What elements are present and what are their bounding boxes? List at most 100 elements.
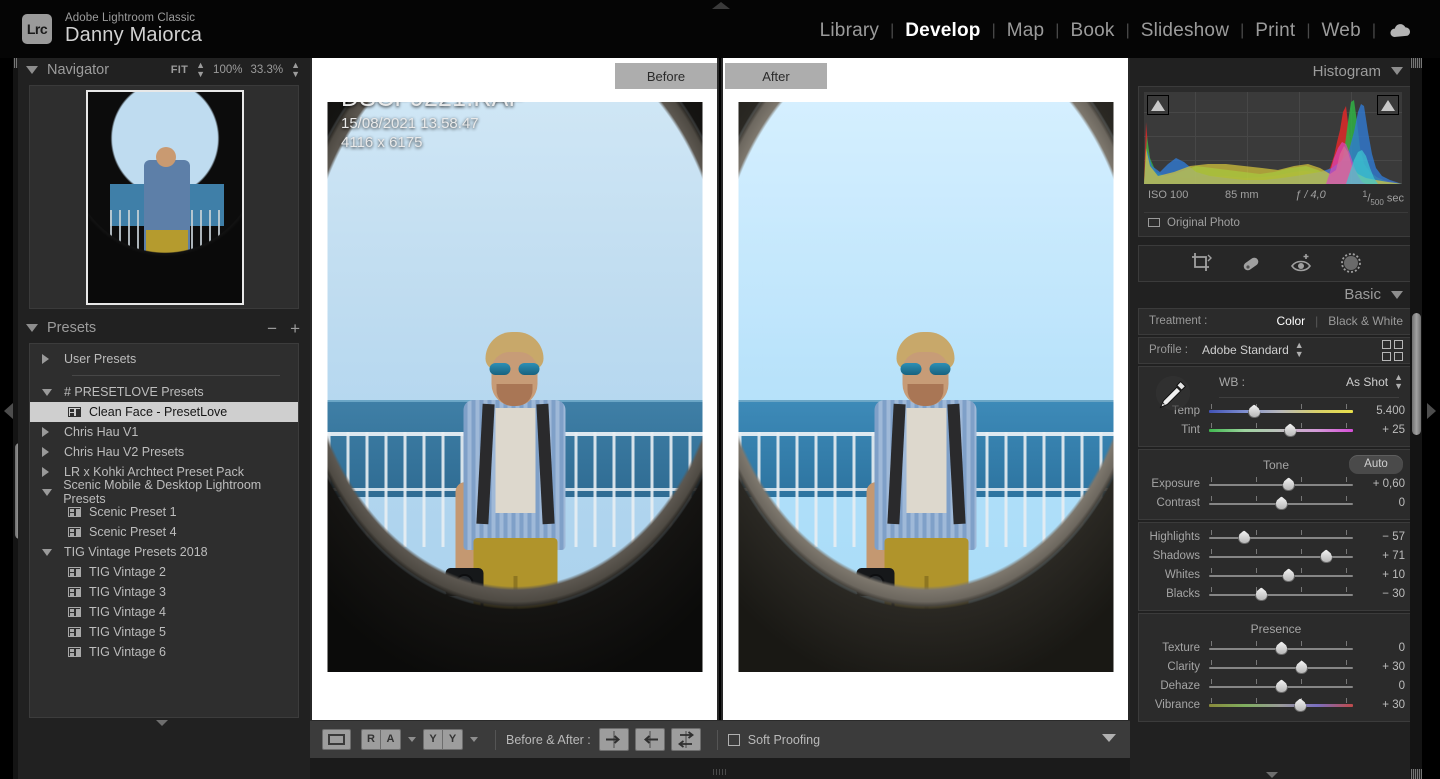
original-photo-row[interactable]: Original Photo [1144, 211, 1408, 231]
navigator-disclosure-icon[interactable] [26, 66, 38, 74]
slider-whites[interactable]: Whites + 10 [1139, 566, 1413, 585]
before-after-divider[interactable] [719, 58, 721, 720]
exif-focal-length[interactable]: 85 mm [1225, 189, 1259, 207]
slider-value[interactable]: + 0,60 [1353, 478, 1405, 490]
reference-view-chevron-down-icon[interactable] [408, 737, 416, 742]
masking-icon[interactable] [1339, 251, 1363, 275]
slider-exposure[interactable]: Exposure + 0,60 [1139, 475, 1413, 494]
slider-shadows[interactable]: Shadows + 71 [1139, 547, 1413, 566]
slider-track[interactable] [1209, 496, 1353, 511]
presets-scroll-down-icon[interactable] [156, 720, 168, 726]
module-develop[interactable]: Develop [894, 20, 991, 42]
preset-item[interactable]: TIG Vintage 5 [30, 622, 298, 642]
slider-track[interactable] [1209, 404, 1353, 419]
before-after-view-chevron-down-icon[interactable] [470, 737, 478, 742]
before-pane[interactable]: DSCF9221.RAF 15/08/2021 13.58.47 4116 x … [312, 58, 717, 720]
slider-track[interactable] [1209, 698, 1353, 713]
zoom-fit-stepper-icon[interactable]: ▲ ▼ [196, 61, 205, 79]
slider-value[interactable]: + 71 [1353, 550, 1405, 562]
slider-track[interactable] [1209, 530, 1353, 545]
preset-group[interactable]: User Presets [30, 349, 298, 369]
reference-active-view-button[interactable]: R A [361, 729, 401, 750]
preset-item[interactable]: TIG Vintage 4 [30, 602, 298, 622]
group-collapsed-icon[interactable] [42, 354, 64, 364]
swap-before-after-button[interactable] [670, 728, 701, 751]
preset-item[interactable]: TIG Vintage 2 [30, 562, 298, 582]
slider-value[interactable]: + 25 [1353, 424, 1405, 436]
collapse-right-panel-icon[interactable] [1427, 403, 1436, 419]
presets-remove-button[interactable]: − [267, 320, 277, 337]
profile-value[interactable]: Adobe Standard [1202, 343, 1289, 357]
slider-blacks[interactable]: Blacks − 30 [1139, 585, 1413, 604]
white-balance-selector-icon[interactable] [1152, 372, 1194, 414]
module-web[interactable]: Web [1311, 20, 1372, 42]
exif-shutter-speed[interactable]: 1/500 sec [1362, 189, 1404, 207]
wb-stepper-icon[interactable]: ▲ ▼ [1394, 372, 1403, 391]
slider-tint[interactable]: Tint + 25 [1139, 421, 1413, 440]
slider-texture[interactable]: Texture 0 [1139, 639, 1413, 658]
preset-group[interactable]: Chris Hau V2 Presets [30, 442, 298, 462]
slider-track[interactable] [1209, 679, 1353, 694]
navigator-header[interactable]: Navigator FIT ▲ ▼ 100% 33.3% ▲ ▼ [18, 58, 310, 82]
basic-panel-header[interactable]: Basic [1130, 282, 1422, 308]
presets-add-button[interactable]: + [290, 320, 300, 337]
before-label[interactable]: Before [615, 63, 717, 89]
group-expanded-icon[interactable] [42, 548, 64, 556]
red-eye-correction-icon[interactable] [1289, 251, 1313, 275]
module-book[interactable]: Book [1059, 20, 1125, 42]
module-print[interactable]: Print [1244, 20, 1306, 42]
collapse-left-panel-icon[interactable] [4, 403, 13, 419]
right-panel-scrollbar-thumb[interactable] [1412, 313, 1421, 435]
slider-track[interactable] [1209, 587, 1353, 602]
zoom-current-stepper-icon[interactable]: ▲ ▼ [291, 61, 300, 79]
exif-aperture[interactable]: ƒ / 4,0 [1295, 189, 1326, 207]
group-collapsed-icon[interactable] [42, 467, 64, 477]
slider-clarity[interactable]: Clarity + 30 [1139, 658, 1413, 677]
crop-overlay-icon[interactable] [1189, 251, 1213, 275]
preset-item[interactable]: TIG Vintage 3 [30, 582, 298, 602]
exif-iso[interactable]: ISO 100 [1148, 189, 1188, 207]
after-pane[interactable] [723, 58, 1128, 720]
copy-before-settings-to-after-button[interactable] [634, 728, 665, 751]
slider-track[interactable] [1209, 423, 1353, 438]
preset-group[interactable]: # PRESETLOVE Presets [30, 382, 298, 402]
group-expanded-icon[interactable] [42, 488, 63, 496]
slider-value[interactable]: 0 [1353, 680, 1405, 692]
cloud-icon[interactable] [1376, 23, 1424, 40]
histogram-disclosure-icon[interactable] [1391, 67, 1403, 75]
treatment-color-option[interactable]: Color [1276, 314, 1305, 328]
preset-group[interactable]: Scenic Mobile & Desktop Lightroom Preset… [30, 478, 298, 506]
basic-disclosure-icon[interactable] [1391, 290, 1403, 299]
preset-group[interactable]: TIG Vintage Presets 2018 [30, 542, 298, 562]
profile-browser-icon[interactable] [1382, 339, 1403, 361]
right-panel-scroll-down-icon[interactable] [1266, 772, 1278, 778]
loupe-view-icon[interactable] [322, 729, 351, 750]
profile-stepper-icon[interactable]: ▲ ▼ [1295, 341, 1304, 359]
spot-removal-icon[interactable] [1239, 251, 1263, 275]
slider-contrast[interactable]: Contrast 0 [1139, 494, 1413, 513]
soft-proofing-checkbox[interactable] [727, 733, 740, 746]
preset-item[interactable]: TIG Vintage 6 [30, 642, 298, 662]
presets-list[interactable]: User Presets # PRESETLOVE Presets Clean Fa… [29, 343, 299, 718]
slider-value[interactable]: + 30 [1353, 699, 1405, 711]
treatment-bw-option[interactable]: Black & White [1328, 314, 1403, 328]
module-slideshow[interactable]: Slideshow [1130, 20, 1240, 42]
after-label[interactable]: After [725, 63, 827, 89]
navigator-preview[interactable] [29, 85, 299, 309]
slider-value[interactable]: 5.400 [1353, 405, 1405, 417]
slider-value[interactable]: + 30 [1353, 661, 1405, 673]
histogram-graph[interactable] [1144, 92, 1402, 184]
zoom-current-button[interactable]: 33.3% [250, 64, 283, 76]
soft-proofing-label[interactable]: Soft Proofing [748, 733, 820, 747]
preset-group[interactable]: Chris Hau V1 [30, 422, 298, 442]
slider-dehaze[interactable]: Dehaze 0 [1139, 677, 1413, 696]
highlight-clipping-icon[interactable] [1377, 95, 1399, 115]
histogram-header[interactable]: Histogram [1130, 58, 1422, 84]
shadow-clipping-icon[interactable] [1147, 95, 1169, 115]
slider-track[interactable] [1209, 549, 1353, 564]
slider-value[interactable]: 0 [1353, 642, 1405, 654]
preset-item[interactable]: Scenic Preset 4 [30, 522, 298, 542]
topbar-collapse-arrow-icon[interactable] [712, 2, 730, 9]
image-canvas[interactable]: DSCF9221.RAF 15/08/2021 13.58.47 4116 x … [310, 58, 1130, 720]
slider-value[interactable]: + 10 [1353, 569, 1405, 581]
